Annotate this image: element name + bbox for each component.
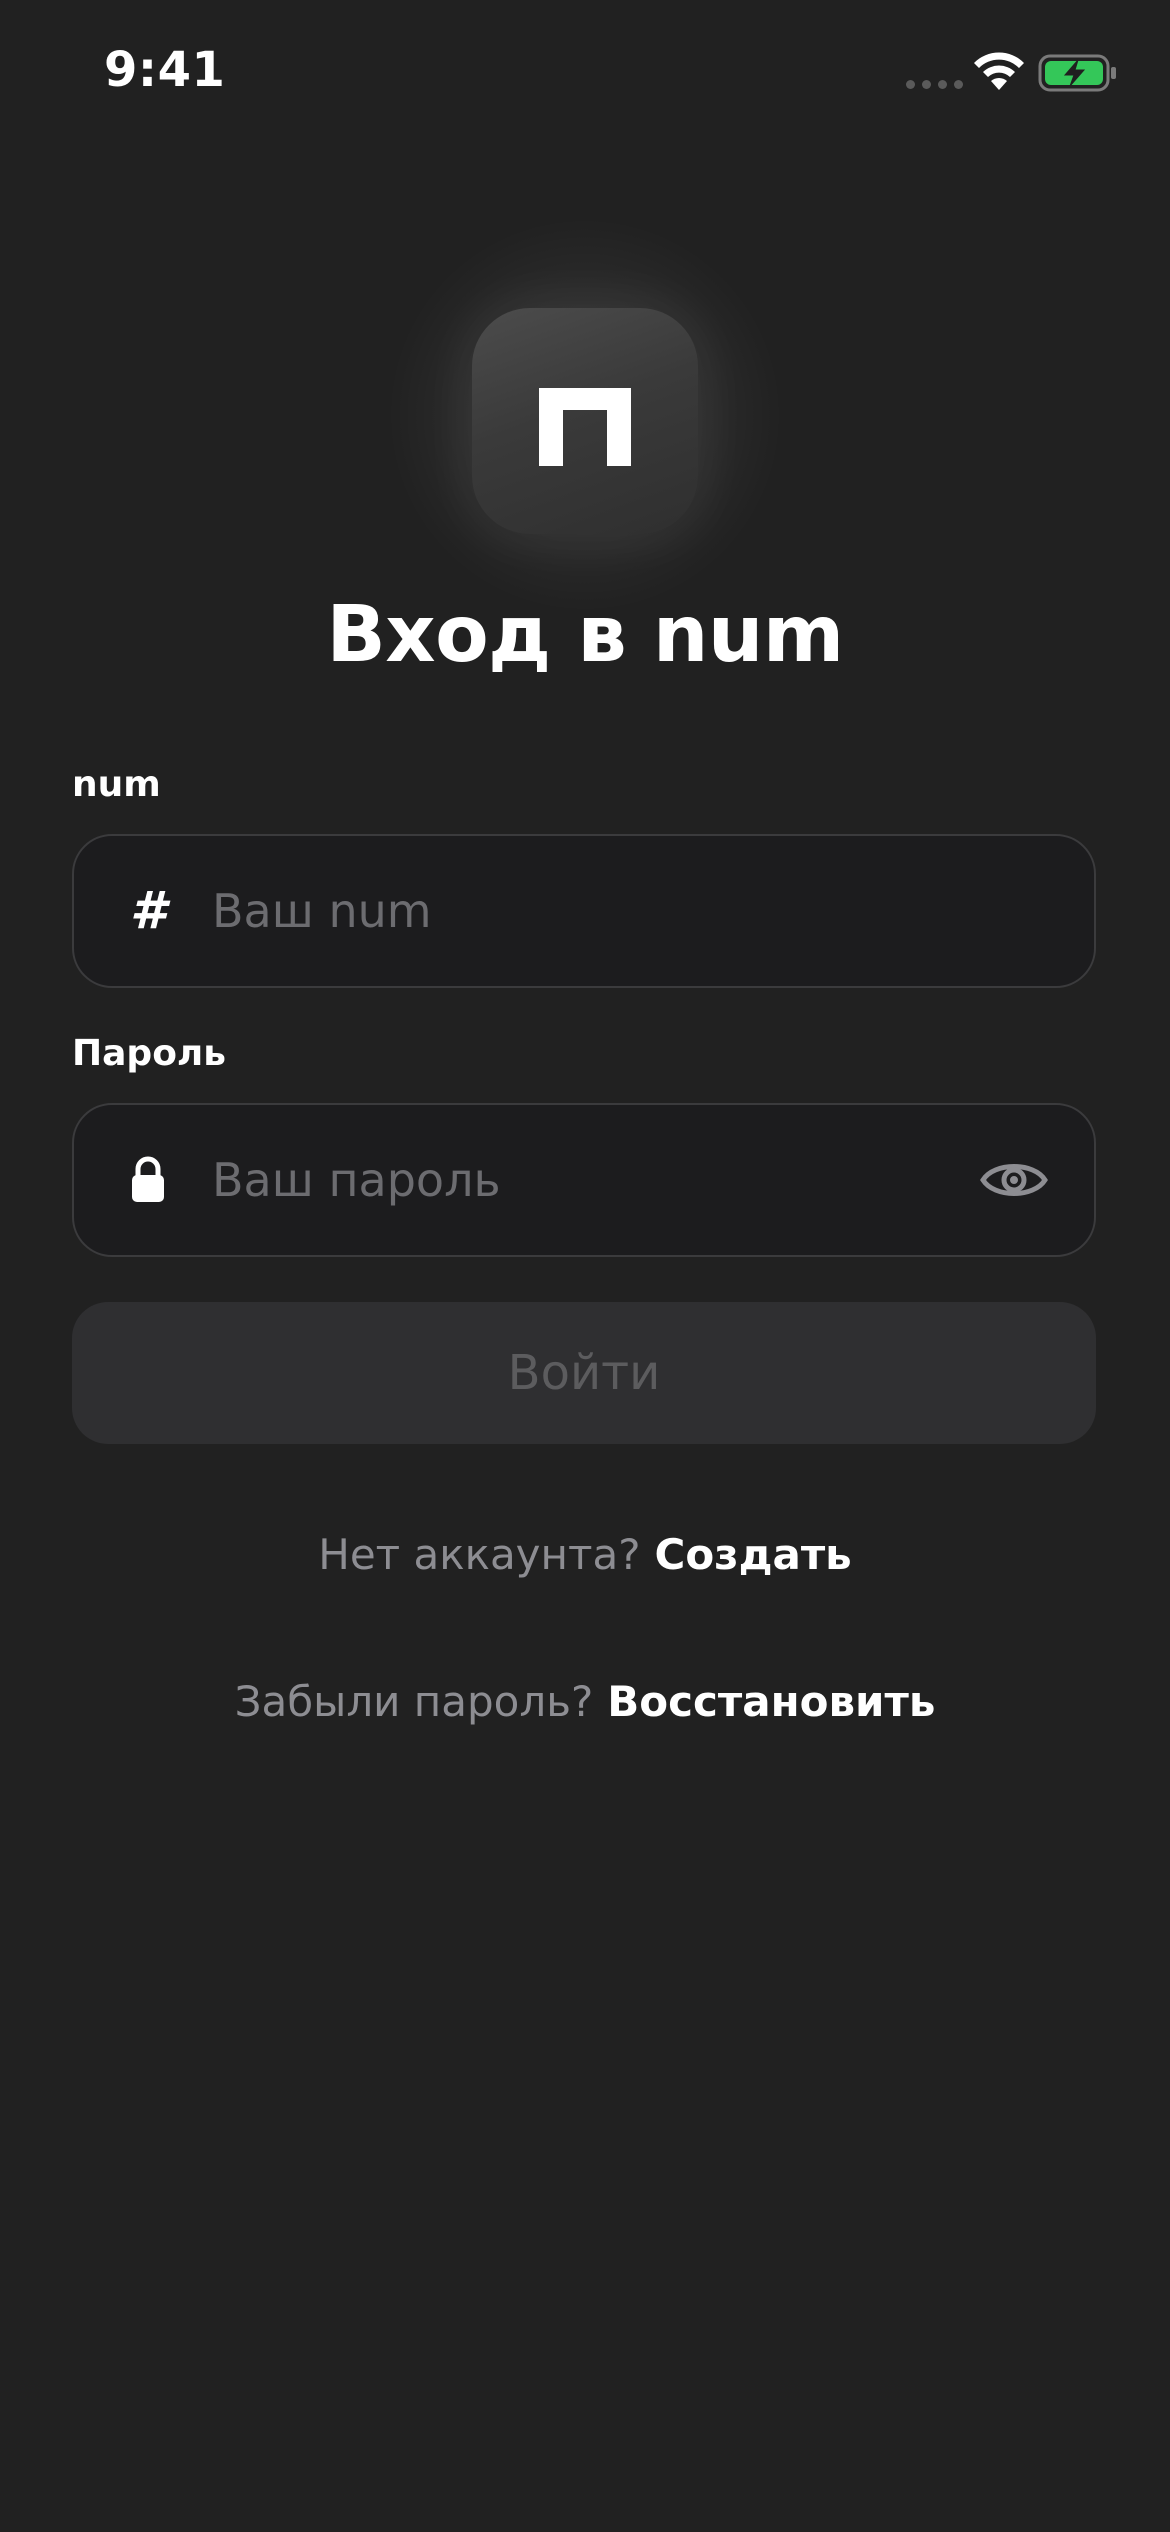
status-time: 9:41 [104,42,226,98]
recover-password-link[interactable]: Восстановить [607,1677,935,1726]
password-field-label: Пароль [72,1033,227,1074]
eye-icon[interactable] [980,1158,1048,1202]
recover-row: Забыли пароль? Восстановить [0,1677,1170,1726]
status-bar: 9:41 [0,0,1170,150]
num-input[interactable] [212,836,1012,986]
password-field[interactable] [72,1103,1096,1257]
signup-row: Нет аккаунта? Создать [0,1530,1170,1579]
num-field-label: num [72,764,161,805]
num-field[interactable]: # [72,834,1096,988]
page-title: Вход в num [326,590,844,680]
signup-prompt: Нет аккаунта? [318,1530,641,1579]
hash-icon: # [129,881,167,941]
create-account-link[interactable]: Создать [655,1530,852,1579]
num-logo-icon [472,308,698,534]
lock-icon [126,1154,170,1206]
wifi-icon [974,52,1024,90]
recover-prompt: Забыли пароль? [234,1677,594,1726]
login-button[interactable]: Войти [72,1302,1096,1444]
password-input[interactable] [212,1105,1012,1255]
cellular-signal-icon [906,80,963,89]
battery-charging-icon [1038,54,1116,92]
